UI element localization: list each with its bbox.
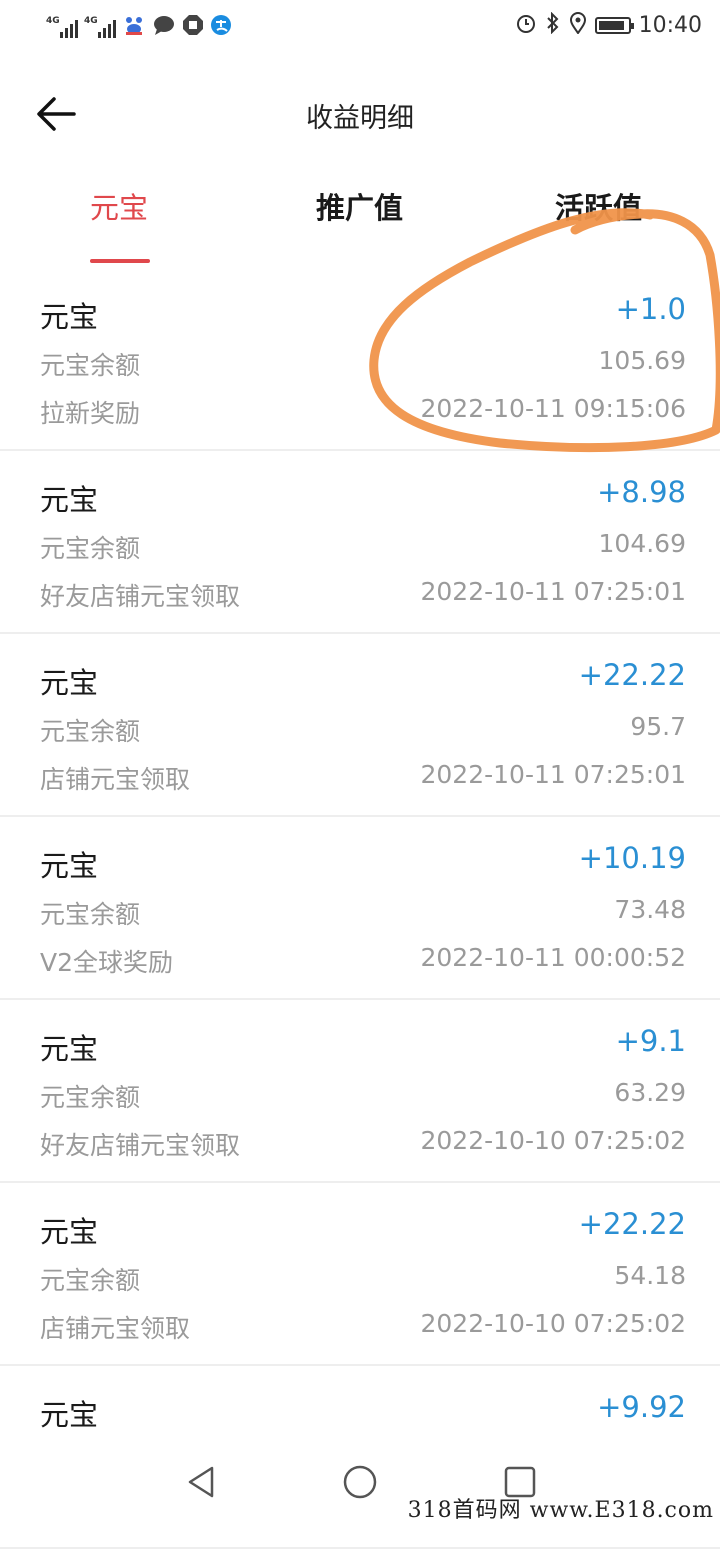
balance-label: 元宝余额: [40, 534, 141, 563]
earnings-list: 元宝 +1.0 元宝余额 105.69 拉新奖励 2022-10-11 09:15:06 元…: [0, 268, 720, 1549]
watermark-text: 318首码网 www.E318.com: [407, 1498, 714, 1523]
location-icon: [569, 12, 587, 38]
record-reason: 拉新奖励: [40, 399, 141, 428]
record-amount: +10.19: [578, 841, 686, 875]
page-title: 收益明细: [306, 103, 414, 134]
list-item[interactable]: 元宝 +10.19 元宝余额 73.48 V2全球奖励 2022-10-11 00:00:…: [0, 817, 720, 1000]
list-item[interactable]: 元宝 +1.0 元宝余额 105.69 拉新奖励 2022-10-11 09:15:06: [0, 268, 720, 451]
nav-back-button[interactable]: [182, 1462, 222, 1502]
header: 收益明细: [0, 70, 720, 160]
record-amount: +22.22: [578, 1207, 686, 1241]
status-time: 10:40: [638, 12, 702, 38]
stop-icon: [182, 14, 204, 40]
balance-value: 73.48: [614, 895, 686, 924]
record-amount: +1.0: [615, 292, 686, 326]
balance-label: 元宝余额: [40, 351, 141, 380]
record-reason: V2全球奖励: [40, 948, 174, 977]
battery-icon: [594, 16, 634, 34]
list-item[interactable]: 元宝 +8.98 元宝余额 104.69 好友店铺元宝领取 2022-10-11 07:2…: [0, 451, 720, 634]
balance-label: 元宝余额: [40, 900, 141, 929]
record-time: 2022-10-11 00:00:52: [420, 943, 686, 972]
record-name: 元宝: [40, 1215, 99, 1249]
tab-yuanbao[interactable]: 元宝: [90, 185, 148, 227]
tab-activity-value[interactable]: 活跃值: [555, 185, 642, 227]
record-time: 2022-10-10 07:25:02: [420, 1309, 686, 1338]
tab-bar: 元宝 推广值 活跃值: [0, 185, 720, 265]
record-time: 2022-10-10 07:25:02: [420, 1126, 686, 1155]
record-name: 元宝: [40, 300, 99, 334]
tab-promotion-value[interactable]: 推广值: [316, 185, 403, 227]
balance-value: 63.29: [614, 1078, 686, 1107]
balance-label: 元宝余额: [40, 717, 141, 746]
record-name: 元宝: [40, 666, 99, 700]
balance-value: 105.69: [598, 346, 686, 375]
record-time: 2022-10-11 09:15:06: [420, 394, 686, 423]
record-reason: 好友店铺元宝领取: [40, 1131, 241, 1160]
home-circle-icon: [343, 1465, 377, 1499]
balance-label: 元宝余额: [40, 1266, 141, 1295]
back-triangle-icon: [188, 1466, 214, 1498]
record-amount: +9.1: [615, 1024, 686, 1058]
baidu-icon: [122, 14, 146, 40]
signal-label: 4G: [46, 16, 60, 26]
nav-home-button[interactable]: [340, 1462, 380, 1502]
record-amount: +9.92: [597, 1390, 686, 1424]
pay-icon: [210, 14, 232, 40]
record-time: 2022-10-11 07:25:01: [420, 577, 686, 606]
balance-value: 54.18: [614, 1261, 686, 1290]
balance-label: 元宝余额: [40, 1083, 141, 1112]
chat-bubble-icon: [152, 14, 176, 40]
record-reason: 店铺元宝领取: [40, 765, 191, 794]
balance-value: 95.7: [630, 712, 686, 741]
alarm-icon: [515, 12, 537, 38]
active-tab-indicator: [90, 259, 150, 263]
record-reason: 店铺元宝领取: [40, 1314, 191, 1343]
list-item[interactable]: 元宝 +22.22 元宝余额 54.18 店铺元宝领取 2022-10-10 07:25:…: [0, 1183, 720, 1366]
signal-icon: 4G: [46, 16, 78, 38]
balance-value: 104.69: [598, 529, 686, 558]
bluetooth-icon: [545, 11, 561, 38]
status-bar: 4G 4G 10:40: [0, 0, 720, 58]
record-name: 元宝: [40, 1032, 99, 1066]
record-amount: +22.22: [578, 658, 686, 692]
record-amount: +8.98: [597, 475, 686, 509]
signal-label: 4G: [84, 16, 98, 26]
status-left-icons: 4G 4G: [46, 14, 232, 40]
record-name: 元宝: [40, 1398, 99, 1432]
signal-icon: 4G: [84, 16, 116, 38]
list-item[interactable]: 元宝 +22.22 元宝余额 95.7 店铺元宝领取 2022-10-11 07:25:0…: [0, 634, 720, 817]
record-time: 2022-10-11 07:25:01: [420, 760, 686, 789]
system-nav-bar: 318首码网 www.E318.com: [0, 1444, 720, 1523]
record-name: 元宝: [40, 483, 99, 517]
list-item[interactable]: 元宝 +9.1 元宝余额 63.29 好友店铺元宝领取 2022-10-10 07:25:…: [0, 1000, 720, 1183]
status-right-icons: 10:40: [515, 11, 702, 38]
record-reason: 好友店铺元宝领取: [40, 582, 241, 611]
record-name: 元宝: [40, 849, 99, 883]
